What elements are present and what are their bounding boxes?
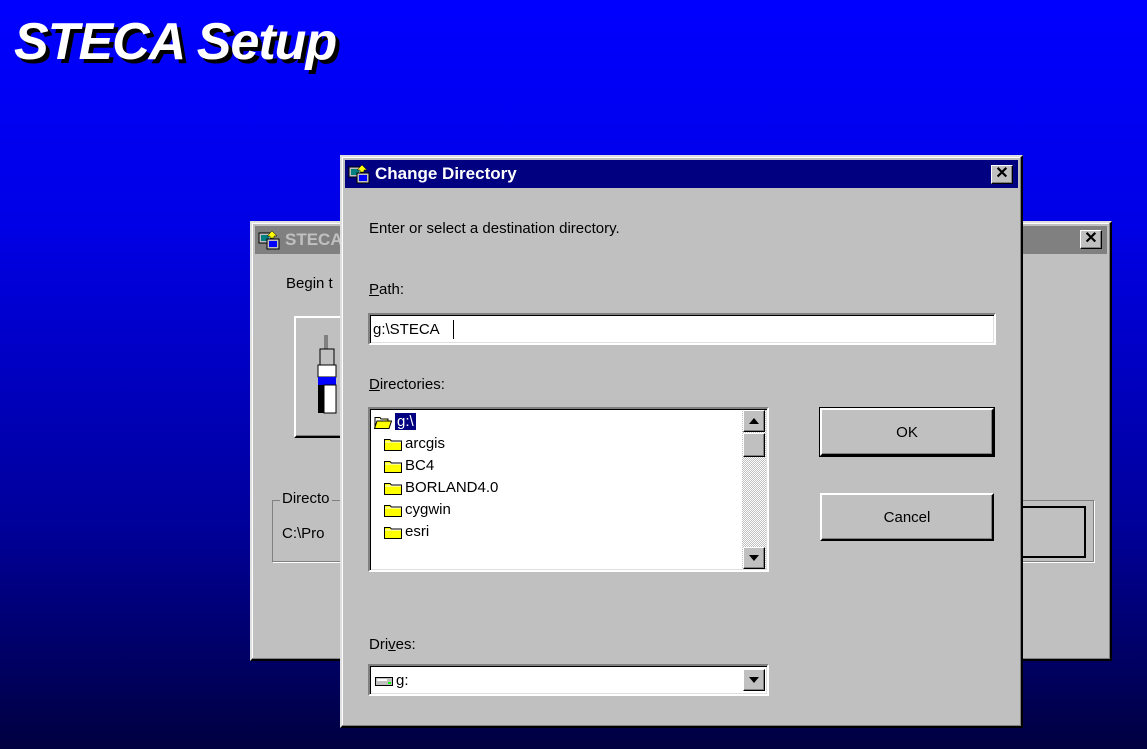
directories-label: Directories: xyxy=(369,376,445,393)
drives-dropdown-button[interactable] xyxy=(743,669,765,691)
drives-dropdown[interactable]: g: xyxy=(368,664,769,696)
dialog-app-icon xyxy=(348,164,370,184)
folder-icon xyxy=(384,459,402,473)
dialog-instruction: Enter or select a destination directory. xyxy=(369,220,620,237)
cancel-button-label: Cancel xyxy=(883,508,931,526)
directory-item[interactable]: cygwin xyxy=(384,499,451,520)
scroll-down-button[interactable] xyxy=(743,547,765,569)
open-folder-icon xyxy=(373,415,393,429)
setup-app-icon xyxy=(258,230,280,250)
path-input-value: g:\STECA xyxy=(373,321,440,338)
close-icon: ✕ xyxy=(1084,230,1098,247)
arrow-down-icon xyxy=(749,555,759,561)
directory-item-label: esri xyxy=(405,523,430,540)
dialog-close-button[interactable]: ✕ xyxy=(991,165,1013,184)
dialog-title: Change Directory xyxy=(375,164,517,183)
directory-item-label: BC4 xyxy=(405,457,435,474)
install-computer-icon xyxy=(316,335,338,419)
directories-scrollbar[interactable] xyxy=(742,410,766,569)
folder-icon xyxy=(384,525,402,539)
directory-item-label: arcgis xyxy=(405,435,446,452)
drives-value: g: xyxy=(396,672,409,689)
directory-item[interactable]: esri xyxy=(384,521,429,542)
directories-listbox[interactable]: g:\ arcgis BC4 BORLAND4.0 cygwin esri xyxy=(368,407,769,572)
folder-icon xyxy=(384,481,402,495)
begin-text: Begin t xyxy=(286,275,333,292)
chevron-down-icon xyxy=(749,677,759,683)
close-icon: ✕ xyxy=(995,165,1009,182)
drive-icon xyxy=(375,674,393,691)
ok-button-label: OK xyxy=(896,423,918,441)
arrow-up-icon xyxy=(749,418,759,424)
background-window-title: STECA xyxy=(285,230,343,249)
directory-group-label: Directo xyxy=(280,490,332,507)
directory-item-label: BORLAND4.0 xyxy=(405,479,499,496)
ok-button[interactable]: OK xyxy=(819,407,995,457)
directory-item[interactable]: BC4 xyxy=(384,455,434,476)
dialog-titlebar[interactable]: Change Directory xyxy=(345,160,1018,188)
change-directory-dialog[interactable]: Change Directory ✕ Enter or select a des… xyxy=(340,155,1023,728)
folder-icon xyxy=(384,437,402,451)
directory-item[interactable]: g:\ xyxy=(373,411,416,432)
directory-value: C:\Pro xyxy=(282,525,325,542)
scroll-up-button[interactable] xyxy=(743,410,765,432)
setup-title: STECA Setup xyxy=(14,13,337,71)
folder-icon xyxy=(384,503,402,517)
directory-item-label: cygwin xyxy=(405,501,451,518)
directory-list: g:\ arcgis BC4 BORLAND4.0 cygwin esri xyxy=(370,411,743,570)
directory-item[interactable]: BORLAND4.0 xyxy=(384,477,498,498)
directory-item-label: g:\ xyxy=(395,413,416,430)
path-label: Path: xyxy=(369,281,405,298)
directory-item[interactable]: arcgis xyxy=(384,433,445,454)
scroll-thumb[interactable] xyxy=(743,433,765,457)
drives-label: Drives: xyxy=(369,636,416,653)
path-input[interactable]: g:\STECA xyxy=(368,313,996,345)
cancel-button[interactable]: Cancel xyxy=(820,493,994,541)
text-cursor xyxy=(453,320,454,339)
background-window-close-button[interactable]: ✕ xyxy=(1080,230,1102,249)
